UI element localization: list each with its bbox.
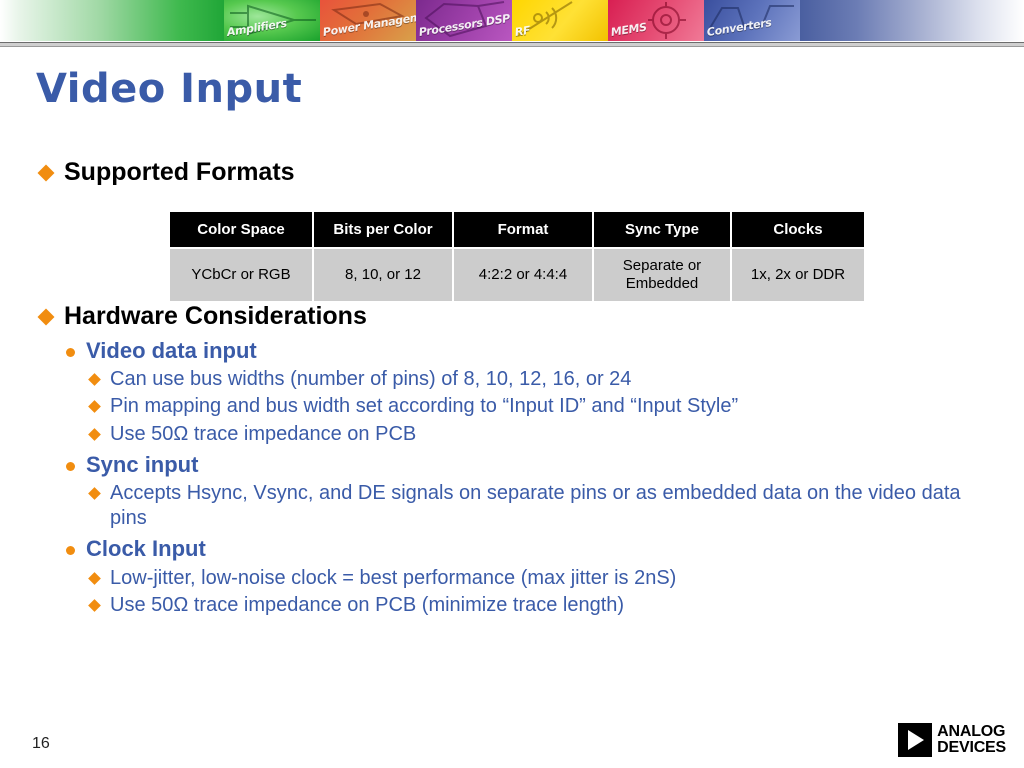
bullet-item: Accepts Hsync, Vsync, and DE signals on … [0, 481, 1024, 530]
table-header-cell: Format [454, 212, 592, 248]
slide-body: Supported Formats [0, 158, 1024, 188]
bullet-item: Low-jitter, low-noise clock = best perfo… [0, 566, 1024, 590]
dot-bullet-icon [66, 462, 75, 472]
bullet-item: Use 50Ω trace impedance on PCB [0, 422, 1024, 446]
page-title: Video Input [36, 66, 303, 112]
diamond-bullet-icon [88, 571, 101, 585]
section-heading-hardware-considerations: Hardware Considerations [0, 302, 1024, 332]
banner-tile-label: RF [513, 23, 532, 39]
analog-devices-triangle-icon [898, 723, 933, 757]
table-header-cell: Bits per Color [314, 212, 452, 248]
top-banner: Amplifiers Power Management Processors D… [0, 0, 1024, 41]
diamond-bullet-icon [88, 487, 101, 501]
page-number: 16 [32, 735, 50, 752]
banner-tile-power-management: Power Management [320, 0, 416, 41]
table-cell: Separate or Embedded [594, 249, 730, 302]
bullet-item-text: Use 50Ω trace impedance on PCB [110, 422, 417, 445]
hardware-considerations-section: Hardware Considerations Video data input… [0, 302, 1024, 617]
bullet-item: Can use bus widths (number of pins) of 8… [0, 367, 1024, 391]
table-cell: 8, 10, or 12 [314, 249, 452, 302]
banner-right-gradient [800, 0, 1024, 41]
banner-tile-processors-dsp: Processors DSP [416, 0, 512, 41]
bullet-item-text: Accepts Hsync, Vsync, and DE signals on … [110, 482, 961, 529]
logo-line-1: ANALOG [937, 723, 1006, 741]
bullet-item-text: Use 50Ω trace impedance on PCB (minimize… [110, 594, 625, 617]
section-heading-label: Hardware Considerations [64, 302, 367, 330]
subsection-sync-input: Sync input [0, 452, 1024, 478]
bullet-item-text: Pin mapping and bus width set according … [110, 395, 739, 418]
dot-bullet-icon [66, 546, 75, 556]
table-header-cell: Color Space [170, 212, 312, 248]
subsection-label: Clock Input [86, 536, 206, 562]
header-divider [0, 42, 1024, 47]
table-row: YCbCr or RGB 8, 10, or 12 4:2:2 or 4:4:4… [170, 249, 864, 302]
banner-tile-amplifiers: Amplifiers [224, 0, 320, 41]
dot-bullet-icon [66, 347, 75, 357]
subsection-label: Video data input [86, 337, 257, 363]
diamond-bullet-icon [37, 308, 55, 326]
logo-line-2: DEVICES [937, 739, 1006, 756]
diamond-bullet-icon [37, 164, 55, 182]
bullet-item: Use 50Ω trace impedance on PCB (minimize… [0, 593, 1024, 617]
subsection-video-data-input: Video data input [0, 338, 1024, 364]
table-cell: 4:2:2 or 4:4:4 [454, 249, 592, 302]
diamond-bullet-icon [88, 400, 101, 414]
section-heading-label: Supported Formats [64, 158, 295, 186]
banner-tile-mems: MEMS [608, 0, 704, 41]
table-header-cell: Sync Type [594, 212, 730, 248]
bullet-item-text: Low-jitter, low-noise clock = best perfo… [110, 566, 677, 589]
analog-devices-logo: ANALOG DEVICES [898, 723, 1006, 757]
supported-formats-table: Color Space Bits per Color Format Sync T… [168, 210, 866, 303]
banner-left-gradient [0, 0, 224, 41]
table-cell: YCbCr or RGB [170, 249, 312, 302]
analog-devices-wordmark: ANALOG DEVICES [937, 724, 1006, 755]
bullet-item-text: Can use bus widths (number of pins) of 8… [110, 367, 632, 390]
diamond-bullet-icon [88, 373, 101, 386]
subsection-clock-input: Clock Input [0, 536, 1024, 562]
section-heading-supported-formats: Supported Formats [0, 158, 1024, 188]
diamond-bullet-icon [88, 427, 101, 441]
banner-tile-rf: RF [512, 0, 608, 41]
table-header-cell: Clocks [732, 212, 864, 248]
subsection-label: Sync input [86, 452, 199, 478]
banner-tile-converters: Converters [704, 0, 800, 41]
table-cell: 1x, 2x or DDR [732, 249, 864, 302]
table-header-row: Color Space Bits per Color Format Sync T… [170, 212, 864, 248]
bullet-item: Pin mapping and bus width set according … [0, 394, 1024, 418]
diamond-bullet-icon [88, 599, 101, 612]
